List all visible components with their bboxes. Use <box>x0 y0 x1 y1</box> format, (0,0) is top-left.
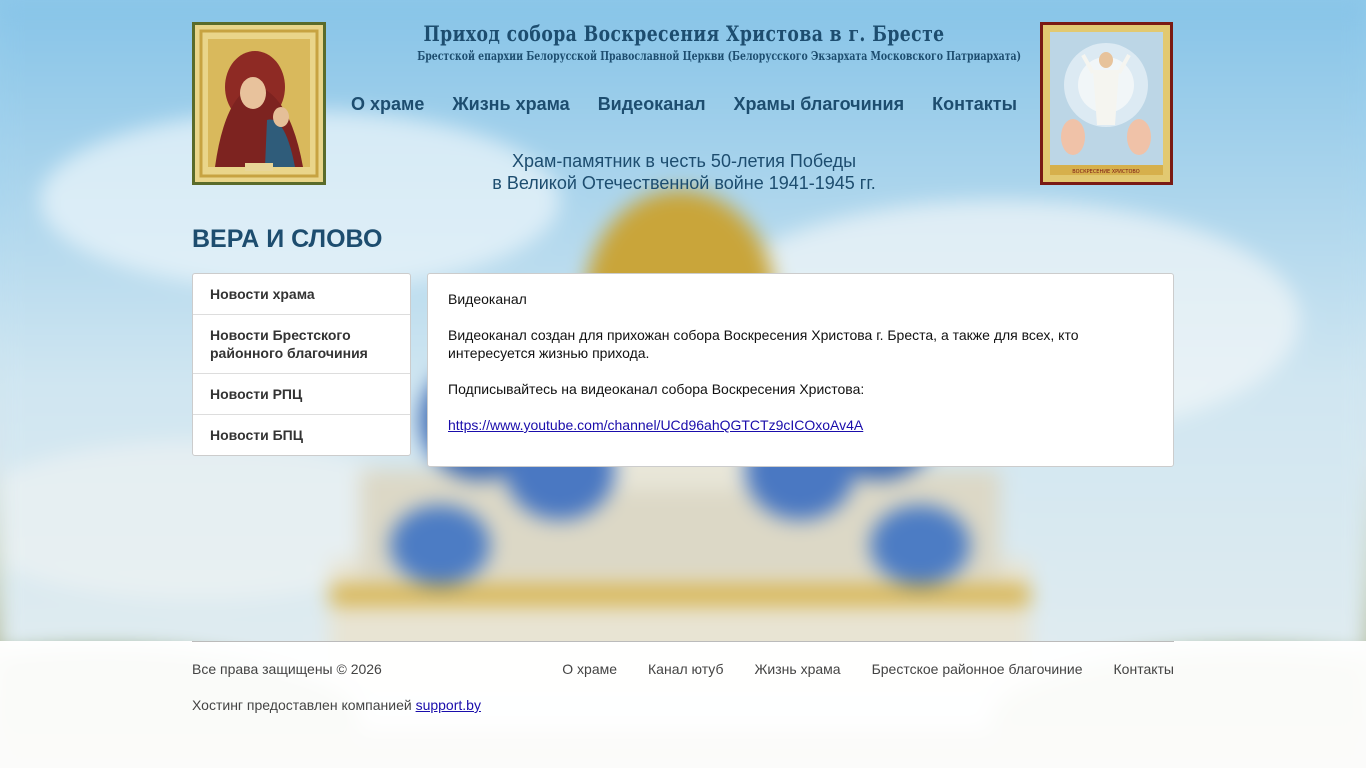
section-title: ВЕРА И СЛОВО <box>192 225 383 253</box>
youtube-channel-link[interactable]: https://www.youtube.com/channel/UCd96ahQ… <box>448 417 863 433</box>
site-footer: Все права защищены © 2026 Хостинг предос… <box>0 641 1366 768</box>
resurrection-icon-caption: ВОСКРЕСЕНИЕ ХРИСТОВО <box>1072 169 1140 175</box>
footer-nav-youtube[interactable]: Канал ютуб <box>648 661 723 677</box>
header-tagline: Храм-памятник в честь 50-летия Победы в … <box>342 150 1026 194</box>
footer-hosting: Хостинг предоставлен компанией support.b… <box>192 697 481 713</box>
footer-nav-contacts[interactable]: Контакты <box>1114 661 1174 677</box>
site-title-main: Приход собора Воскресения Христова в г. … <box>423 21 945 46</box>
footer-nav-life[interactable]: Жизнь храма <box>755 661 841 677</box>
resurrection-icon-image: ВОСКРЕСЕНИЕ ХРИСТОВО <box>1040 22 1173 185</box>
content-paragraph-1: Видеоканал создан для прихожан собора Во… <box>448 327 1079 361</box>
sidebar-item-church-news[interactable]: Новости храма <box>193 274 410 315</box>
nav-item-contacts[interactable]: Контакты <box>932 94 1017 115</box>
content-panel: Видеоканал Видеоканал создан для прихожа… <box>427 273 1174 467</box>
footer-nav: О храме Канал ютуб Жизнь храма Брестское… <box>562 661 1174 677</box>
site-header: Приход собора Воскресения Христова в г. … <box>192 22 1174 193</box>
nav-item-churches[interactable]: Храмы благочиния <box>734 94 905 115</box>
content-paragraph-2: Подписывайтесь на видеоканал собора Воск… <box>448 381 865 397</box>
sidebar-item-brest-deanery-news[interactable]: Новости Брестского районного благочиния <box>193 315 410 374</box>
footer-hosting-link[interactable]: support.by <box>416 697 481 713</box>
theotokos-icon-image <box>192 22 326 185</box>
footer-divider <box>192 641 1174 642</box>
footer-hosting-text: Хостинг предоставлен компанией <box>192 697 416 713</box>
nav-item-life[interactable]: Жизнь храма <box>452 94 569 115</box>
sidebar-menu: Новости храма Новости Брестского районно… <box>192 273 411 456</box>
site-title: Приход собора Воскресения Христова в г. … <box>342 22 1026 64</box>
site-title-sub: Брестской епархии Белорусской Православн… <box>417 49 1022 63</box>
footer-copyright: Все права защищены © 2026 <box>192 661 382 677</box>
tagline-line-1: Храм-памятник в честь 50-летия Победы <box>511 151 857 171</box>
footer-nav-about[interactable]: О храме <box>562 661 617 677</box>
tagline-line-2: в Великой Отечественной войне 1941-1945 … <box>492 173 876 193</box>
nav-item-video[interactable]: Видеоканал <box>598 94 706 115</box>
nav-item-about[interactable]: О храме <box>351 94 424 115</box>
sidebar-item-bpc-news[interactable]: Новости БПЦ <box>193 415 410 455</box>
footer-nav-deanery[interactable]: Брестское районное благочиние <box>872 661 1083 677</box>
sidebar-item-rpc-news[interactable]: Новости РПЦ <box>193 374 410 415</box>
content-heading: Видеоканал <box>448 291 527 307</box>
main-nav: О храме Жизнь храма Видеоканал Храмы бла… <box>342 94 1026 115</box>
